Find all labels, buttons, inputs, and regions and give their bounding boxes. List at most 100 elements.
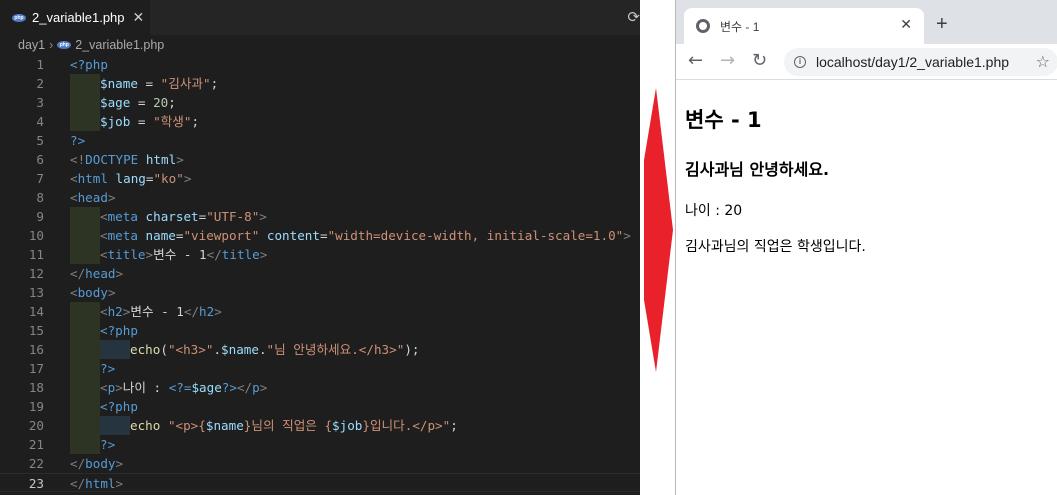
age-text: 나이 : 20: [685, 203, 743, 219]
editor-tab[interactable]: php 2_variable1.php ✕: [0, 0, 150, 35]
browser-tab[interactable]: 변수 - 1 ✕: [684, 8, 924, 44]
breadcrumb-file[interactable]: 2_variable1.php: [75, 38, 164, 52]
code-text: <?php: [100, 397, 138, 416]
code-line[interactable]: 12 </head>: [0, 264, 640, 283]
code-text: </head>: [70, 264, 123, 283]
code-token: );: [404, 342, 420, 357]
code-token: body: [77, 285, 108, 300]
line-number: 15: [28, 323, 44, 338]
code-token: }입니다.</p>": [362, 418, 451, 433]
code-token: >: [259, 247, 268, 262]
code-line[interactable]: 4 $job = "학생";: [0, 112, 640, 131]
code-text: <meta name="viewport" content="width=dev…: [100, 226, 631, 245]
page-heading: 변수 - 1: [685, 108, 762, 132]
code-line[interactable]: 23 </html>: [0, 473, 640, 492]
code-line[interactable]: 13 <body>: [0, 283, 640, 302]
code-line[interactable]: 9 <meta charset="UTF-8">: [0, 207, 640, 226]
line-number: 1: [36, 57, 44, 72]
php-file-icon: php: [12, 13, 26, 22]
code-text: $age = 20;: [100, 93, 176, 112]
code-line[interactable]: 18 <p>나이 : <?=$age?></p>: [0, 378, 640, 397]
code-text: echo("<h3>".$name."님 안녕하세요.</h3>");: [130, 340, 419, 359]
code-area[interactable]: 1 <?php 2 $name = "김사과"; 3 $age = 20; 4 $job = …: [0, 55, 640, 492]
browser-tab-title: 변수 - 1: [720, 19, 760, 34]
code-token: $name: [205, 418, 244, 433]
code-token: echo: [130, 418, 161, 433]
line-number: 6: [36, 152, 44, 167]
code-line[interactable]: 19 <?php: [0, 397, 640, 416]
code-token: =: [130, 114, 154, 129]
line-number: 7: [36, 171, 44, 186]
code-token: >: [214, 304, 222, 319]
back-icon[interactable]: ←: [688, 50, 703, 71]
code-text: </html>: [70, 474, 123, 493]
code-token: html: [145, 152, 177, 167]
close-icon[interactable]: ✕: [900, 17, 912, 33]
info-icon[interactable]: i: [794, 56, 806, 68]
code-line[interactable]: 20 echo "<p>{$name}님의 직업은 {$job}입니다.</p>"…: [0, 416, 640, 435]
code-token: </: [183, 304, 200, 319]
code-token: "<h3>": [167, 342, 214, 357]
code-text: </body>: [70, 454, 123, 473]
code-line[interactable]: 10 <meta name="viewport" content="width=d…: [0, 226, 640, 245]
code-token: h2: [107, 304, 123, 319]
chevron-right-icon: ›: [49, 38, 54, 52]
code-line[interactable]: 7 <html lang="ko">: [0, 169, 640, 188]
code-line[interactable]: 5 ?>: [0, 131, 640, 150]
line-number: 2: [36, 76, 44, 91]
code-token: ;: [210, 76, 219, 91]
code-line[interactable]: 17 ?>: [0, 359, 640, 378]
code-token: <?php: [100, 323, 138, 338]
code-token: >: [115, 266, 124, 281]
code-line[interactable]: 3 $age = 20;: [0, 93, 640, 112]
editor-tab-bar: php 2_variable1.php ✕ ⟳: [0, 0, 640, 35]
code-line[interactable]: 11 <title>변수 - 1</title>: [0, 245, 640, 264]
arrow-right-icon: [644, 88, 673, 372]
line-number: 14: [28, 304, 44, 319]
code-text: $name = "김사과";: [100, 74, 218, 93]
code-token: <: [100, 380, 108, 395]
new-tab-button[interactable]: +: [936, 13, 948, 36]
line-number: 13: [28, 285, 44, 300]
split-editor-icon[interactable]: ⟳: [627, 8, 640, 26]
code-token: <: [70, 285, 78, 300]
code-token: DOCTYPE: [85, 152, 139, 167]
indent-guide: [70, 359, 100, 378]
url-text[interactable]: localhost/day1/2_variable1.php: [816, 54, 1009, 70]
code-line[interactable]: 6 <!DOCTYPE html>: [0, 150, 640, 169]
code-line[interactable]: 14 <h2>변수 - 1</h2>: [0, 302, 640, 321]
code-token: <: [100, 247, 108, 262]
code-line[interactable]: 22 </body>: [0, 454, 640, 473]
forward-icon[interactable]: →: [720, 50, 735, 71]
code-line[interactable]: 21 ?>: [0, 435, 640, 454]
line-number: 8: [36, 190, 44, 205]
browser-toolbar: ← → ↻ i localhost/day1/2_variable1.php ☆: [676, 44, 1057, 80]
indent-guide: [70, 302, 100, 321]
indent-guide: [70, 93, 100, 112]
indent-guide: [70, 74, 100, 93]
code-line[interactable]: 16 echo("<h3>".$name."님 안녕하세요.</h3>");: [0, 340, 640, 359]
code-token: "width=device-width, initial-scale=1.0": [327, 228, 624, 243]
code-line[interactable]: 8 <head>: [0, 188, 640, 207]
code-token: <?=: [168, 380, 192, 395]
code-line[interactable]: 2 $name = "김사과";: [0, 74, 640, 93]
editor-tab-label: 2_variable1.php: [32, 10, 125, 25]
code-token: </: [70, 456, 86, 471]
code-token: .: [213, 342, 222, 357]
line-number: 3: [36, 95, 44, 110]
close-icon[interactable]: ✕: [133, 9, 145, 26]
code-line[interactable]: 1 <?php: [0, 55, 640, 74]
breadcrumb-folder[interactable]: day1: [18, 38, 45, 52]
reload-icon[interactable]: ↻: [752, 50, 767, 71]
code-token: p: [252, 380, 260, 395]
code-token: </: [70, 266, 86, 281]
globe-icon: [696, 19, 710, 33]
code-token: meta: [107, 209, 138, 224]
code-text: <p>나이 : <?=$age?></p>: [100, 378, 267, 397]
code-token: meta: [107, 228, 138, 243]
address-bar[interactable]: i localhost/day1/2_variable1.php ☆: [784, 48, 1057, 76]
star-icon[interactable]: ☆: [1036, 52, 1050, 71]
code-text: <html lang="ko">: [70, 169, 191, 188]
code-line[interactable]: 15 <?php: [0, 321, 640, 340]
